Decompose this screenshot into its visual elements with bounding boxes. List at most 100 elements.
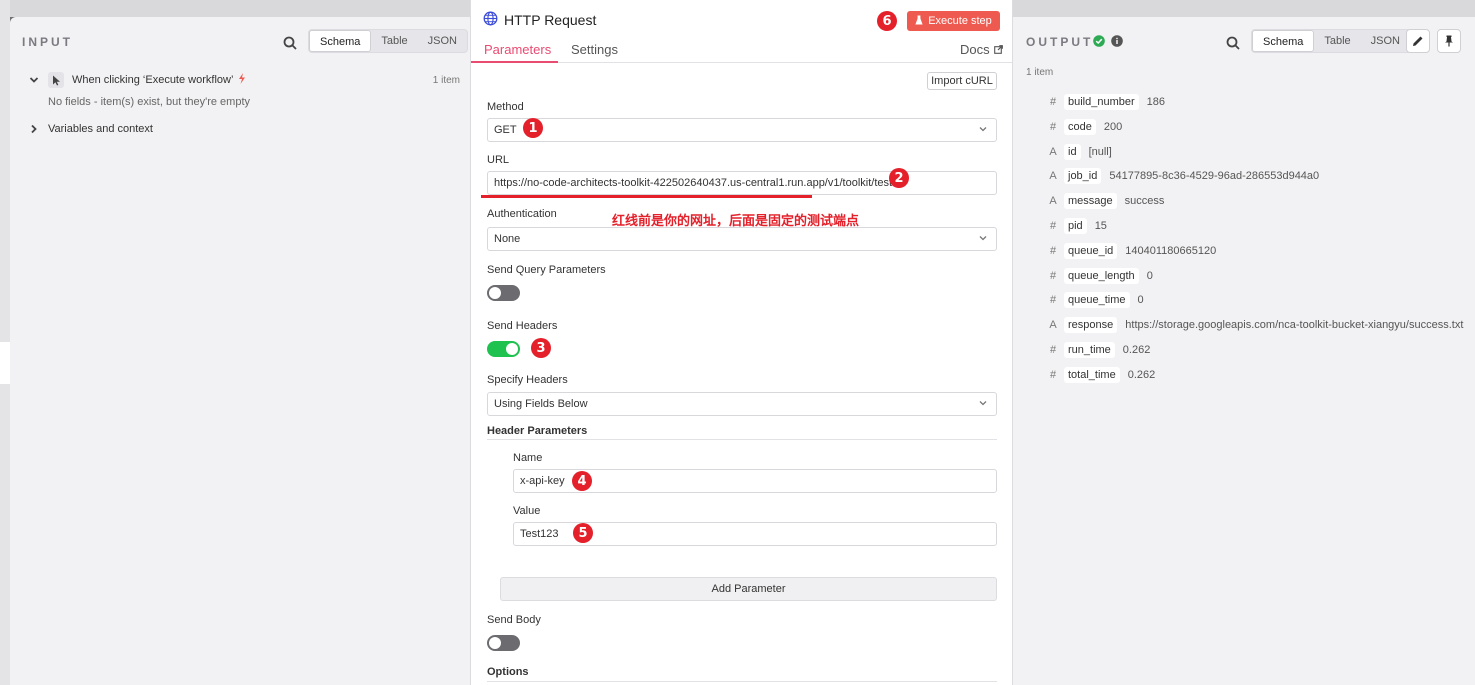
tab-schema[interactable]: Schema xyxy=(1252,30,1315,52)
field-value: 0 xyxy=(1137,294,1144,307)
url-label: URL xyxy=(487,154,510,166)
specify-headers-value: Using Fields Below xyxy=(494,398,588,410)
tab-table[interactable]: Table xyxy=(371,30,417,52)
annotation-badge-3: 3 xyxy=(531,338,551,358)
pin-icon[interactable] xyxy=(1437,29,1461,53)
field-key[interactable]: job_id xyxy=(1064,168,1102,185)
schema-row[interactable]: # total_time 0.262 xyxy=(1046,366,1155,384)
flask-icon xyxy=(915,15,923,28)
field-key[interactable]: message xyxy=(1064,193,1117,210)
docs-link[interactable]: Docs xyxy=(960,42,1003,57)
tab-table[interactable]: Table xyxy=(1314,30,1360,52)
field-key[interactable]: queue_length xyxy=(1064,267,1139,284)
tab-parameters[interactable]: Parameters xyxy=(484,42,551,57)
variables-context-row[interactable]: Variables and context xyxy=(28,123,153,135)
trigger-node-row[interactable]: When clicking ‘Execute workflow’ 1 item xyxy=(28,70,460,90)
field-value: 140401180665120 xyxy=(1125,244,1217,257)
field-key[interactable]: id xyxy=(1064,143,1081,160)
http-request-panel: HTTP Request 6 Execute step Parameters S… xyxy=(470,0,1013,685)
input-view-switch: Schema Table JSON xyxy=(308,29,468,53)
output-title: OUTPUT xyxy=(1026,35,1094,49)
field-value: 0.262 xyxy=(1127,368,1156,381)
field-key[interactable]: pid xyxy=(1064,218,1087,234)
execute-step-button[interactable]: Execute step xyxy=(907,11,1000,31)
search-icon[interactable] xyxy=(282,35,298,51)
send-headers-label: Send Headers xyxy=(487,320,558,332)
send-query-toggle[interactable] xyxy=(487,285,520,301)
external-link-icon xyxy=(993,42,1003,57)
send-headers-toggle[interactable] xyxy=(487,341,520,357)
input-panel: INPUT Schema Table JSON When clicking ‘E… xyxy=(10,17,470,685)
method-select[interactable]: GET xyxy=(487,118,997,142)
schema-row[interactable]: # queue_time 0 xyxy=(1046,291,1144,309)
field-key[interactable]: queue_time xyxy=(1064,292,1130,309)
annotation-badge-5: 5 xyxy=(573,523,593,543)
header-name-value: x-api-key xyxy=(520,475,565,487)
output-panel: OUTPUT Schema Table JSON 1 item # build_n… xyxy=(1013,17,1475,685)
schema-row[interactable]: Ajob_id 54177895-8c36-4529-96ad-286553d94… xyxy=(1046,167,1319,185)
globe-icon xyxy=(483,11,498,29)
field-key[interactable]: response xyxy=(1064,317,1118,334)
string-type-icon: A xyxy=(1049,195,1057,208)
schema-row[interactable]: # code 200 xyxy=(1046,118,1122,136)
section-divider xyxy=(487,681,997,682)
field-key[interactable]: code xyxy=(1064,118,1096,135)
output-item-count: 1 item xyxy=(1026,67,1054,78)
lightning-icon xyxy=(238,73,246,87)
specify-headers-select[interactable]: Using Fields Below xyxy=(487,392,997,416)
number-type-icon: # xyxy=(1049,220,1057,232)
number-type-icon: # xyxy=(1049,294,1057,307)
options-label: Options xyxy=(487,666,529,678)
url-input[interactable]: https://no-code-architects-toolkit-42250… xyxy=(487,171,997,195)
send-body-toggle[interactable] xyxy=(487,635,520,651)
number-type-icon: # xyxy=(1049,96,1057,108)
schema-row[interactable]: # pid 15 xyxy=(1046,217,1107,235)
tab-schema[interactable]: Schema xyxy=(309,30,372,52)
cursor-icon xyxy=(48,72,64,88)
schema-row[interactable]: Aresponse https://storage.googleapis.com/… xyxy=(1046,316,1463,334)
field-key[interactable]: run_time xyxy=(1064,342,1115,358)
schema-row[interactable]: Amessage success xyxy=(1046,192,1164,210)
header-value-label: Value xyxy=(513,505,541,517)
field-key[interactable]: queue_id xyxy=(1064,242,1118,259)
tab-settings[interactable]: Settings xyxy=(571,42,618,57)
tab-json[interactable]: JSON xyxy=(1361,30,1410,52)
field-key[interactable]: build_number xyxy=(1064,94,1139,110)
node-header: HTTP Request xyxy=(483,11,596,29)
tab-json[interactable]: JSON xyxy=(418,30,467,52)
pencil-icon[interactable] xyxy=(1406,29,1430,53)
field-value: success xyxy=(1124,195,1165,208)
toggle-knob xyxy=(489,287,501,299)
string-type-icon: A xyxy=(1049,319,1057,332)
canvas-edge-highlight xyxy=(0,342,10,384)
empty-fields-message: No fields - item(s) exist, but they're e… xyxy=(48,96,250,108)
chevron-down-icon xyxy=(978,398,988,411)
variables-label: Variables and context xyxy=(48,123,153,135)
info-icon[interactable] xyxy=(1111,35,1123,50)
search-icon[interactable] xyxy=(1225,35,1241,51)
input-title: INPUT xyxy=(22,35,73,49)
node-title: HTTP Request xyxy=(504,12,597,28)
add-parameter-button[interactable]: Add Parameter xyxy=(500,577,997,601)
toggle-knob xyxy=(506,343,518,355)
schema-row[interactable]: # queue_id 140401180665120 xyxy=(1046,242,1216,260)
header-value-value: Test123 xyxy=(520,528,559,540)
field-key[interactable]: total_time xyxy=(1064,366,1120,383)
active-tab-indicator xyxy=(471,61,558,63)
chevron-down-icon[interactable] xyxy=(28,74,40,86)
docs-label: Docs xyxy=(960,42,990,57)
schema-row[interactable]: Aid [null] xyxy=(1046,143,1112,161)
import-curl-button[interactable]: Import cURL xyxy=(927,72,997,90)
schema-row[interactable]: # run_time 0.262 xyxy=(1046,341,1150,359)
header-name-label: Name xyxy=(513,452,543,464)
field-value: https://storage.googleapis.com/nca-toolk… xyxy=(1125,319,1464,332)
schema-row[interactable]: # build_number 186 xyxy=(1046,93,1165,111)
authentication-select[interactable]: None xyxy=(487,227,997,251)
check-circle-icon xyxy=(1093,35,1105,50)
schema-row[interactable]: # queue_length 0 xyxy=(1046,267,1153,285)
chevron-right-icon[interactable] xyxy=(28,123,40,135)
number-type-icon: # xyxy=(1049,368,1057,381)
string-type-icon: A xyxy=(1049,145,1057,158)
section-divider xyxy=(487,439,997,440)
specify-headers-label: Specify Headers xyxy=(487,374,568,386)
